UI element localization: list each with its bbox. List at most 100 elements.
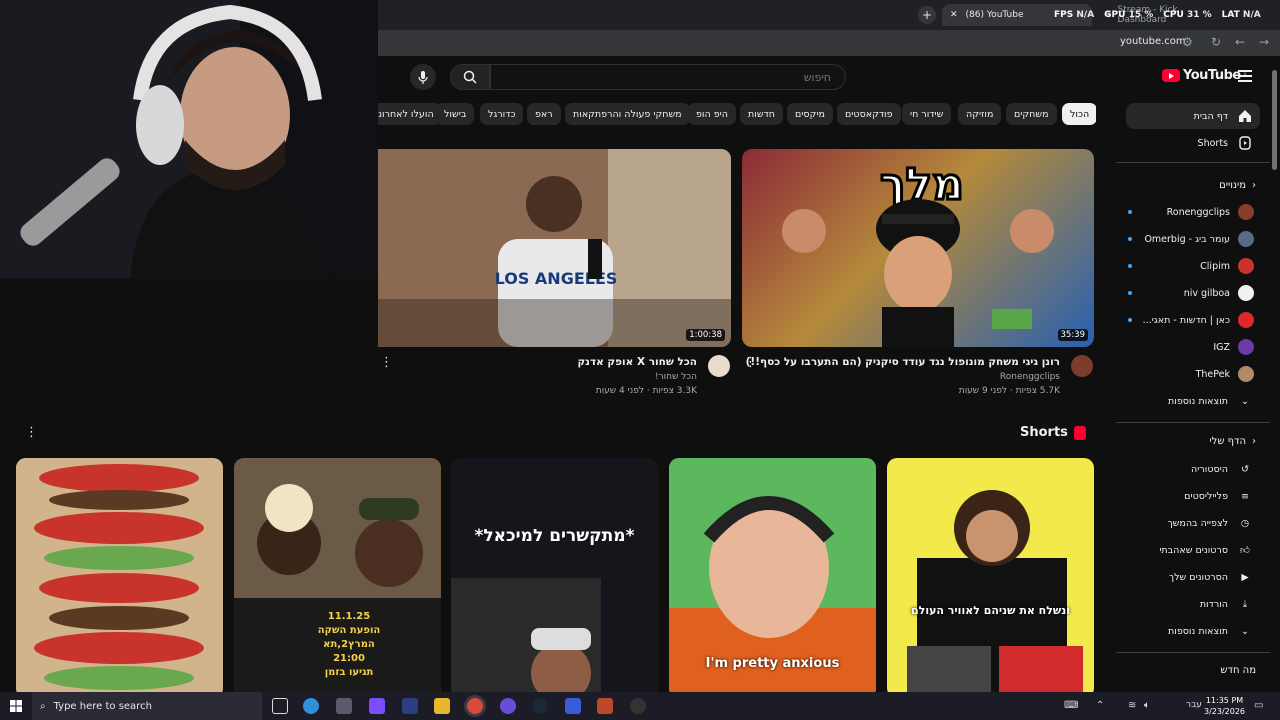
new-content-dot [1128, 318, 1132, 322]
search-field[interactable] [490, 64, 846, 90]
close-tab-icon[interactable]: ✕ [950, 10, 958, 20]
tray-chevron-up-icon[interactable]: ⌃ [1096, 700, 1104, 711]
reload-icon[interactable]: ↻ [1211, 35, 1221, 49]
search-icon: ⌕ [40, 700, 46, 712]
sidebar-item-shorts[interactable]: Shorts [1126, 130, 1260, 156]
sidebar-item-history[interactable]: היסטוריה ↺ [1126, 456, 1260, 482]
chip-all[interactable]: הכול [1062, 103, 1096, 125]
shorts-more-icon[interactable]: ⋮ [25, 426, 38, 439]
chip[interactable]: משחקי פעולה והרפתקאות [565, 103, 690, 125]
new-tab-button[interactable]: + [918, 6, 936, 24]
show-more-you[interactable]: תוצאות נוספות ⌄ [1126, 618, 1260, 644]
page-scrollbar[interactable] [1272, 70, 1277, 170]
sidebar-item-label: היסטוריה [1191, 463, 1228, 475]
sidebar-subscription[interactable]: Ronenggclips [1126, 199, 1260, 225]
more-actions-icon[interactable]: ⋮ [380, 356, 393, 369]
download-icon: ⤓ [1242, 598, 1248, 610]
chip[interactable]: היפ הופ [688, 103, 737, 125]
sidebar-item-liked[interactable]: סרטונים שאהבתי 👍︎ [1126, 537, 1260, 563]
chip[interactable]: מוזיקה [958, 103, 1002, 125]
notifications-icon[interactable]: ▭ [1254, 700, 1263, 711]
more-actions-icon[interactable]: ⋮ [744, 356, 757, 369]
sidebar-subscription[interactable]: עומר ביג - Omerbig [1126, 226, 1260, 252]
sidebar-item-label: לצפייה בהמשך [1167, 517, 1228, 529]
you-heading[interactable]: הדף שלי › [1209, 436, 1256, 447]
app-icon[interactable] [565, 698, 581, 714]
search-input[interactable] [491, 65, 845, 89]
video-thumbnail[interactable]: מלך 35:39 [742, 149, 1094, 347]
chip[interactable]: הועלו לאחרונה [378, 103, 442, 125]
back-icon[interactable]: ← [1235, 35, 1245, 49]
edge-icon[interactable] [303, 698, 319, 714]
sidebar-subscription[interactable]: Clipim [1126, 253, 1260, 279]
show-more-subscriptions[interactable]: תוצאות נוספות ⌄ [1126, 388, 1260, 414]
sidebar-item-watch-later[interactable]: לצפייה בהמשך ◷ [1126, 510, 1260, 536]
short-card[interactable]: 11.1.25 הופעת השקה המרץ2,תא 21:00 תגיעו … [234, 458, 441, 698]
channel-avatar [1238, 285, 1254, 301]
short-card[interactable]: ונשלח את שניהם לאוויר העולם [887, 458, 1094, 698]
search-button[interactable] [450, 64, 490, 90]
short-card[interactable] [16, 458, 223, 698]
sidebar-item-home[interactable]: דף הבית [1126, 103, 1260, 129]
language-indicator[interactable]: עבר [1186, 700, 1202, 710]
chip[interactable]: ראפ [527, 103, 561, 125]
chevron-down-icon: ⌄ [1241, 395, 1249, 407]
channel-avatar[interactable] [1071, 355, 1093, 377]
video-thumbnail[interactable]: LOS ANGELES 1:00:38 [378, 149, 731, 347]
short-caption: ונשלח את שניהם לאוויר העולם [911, 604, 1070, 617]
sidebar-item-label: תוצאות נוספות [1168, 395, 1228, 407]
store-icon[interactable] [336, 698, 352, 714]
channel-name[interactable]: Ronenggclips [1000, 372, 1060, 382]
chip[interactable]: כדורגל [480, 103, 524, 125]
chip[interactable]: חדשות [740, 103, 783, 125]
channel-avatar[interactable] [708, 355, 730, 377]
taskbar-clock[interactable]: 11:35 PM 3/23/2026 [1204, 695, 1245, 717]
chip[interactable]: משחקים [1006, 103, 1057, 125]
file-explorer-icon[interactable] [434, 698, 450, 714]
chip[interactable]: מיקסים [787, 103, 833, 125]
sidebar-item-your-videos[interactable]: הסרטונים שלך ▶ [1126, 564, 1260, 590]
steam-icon[interactable] [532, 698, 548, 714]
obs-icon[interactable] [402, 698, 418, 714]
voice-search-button[interactable] [410, 64, 436, 90]
windows-start-icon[interactable] [10, 700, 22, 712]
keyboard-icon[interactable]: ⌨ [1064, 700, 1078, 711]
whats-new-heading[interactable]: מה חדש [1220, 665, 1256, 676]
short-thumbnail [907, 490, 1083, 698]
sidebar-item-playlists[interactable]: פלייליסטים ≡ [1126, 483, 1260, 509]
chip[interactable]: שידור חי [902, 103, 952, 125]
taskbar-search[interactable]: ⌕ Type here to search [32, 692, 262, 720]
chrome-icon[interactable] [467, 698, 483, 714]
sidebar-subscription[interactable]: כאן | חדשות - תאגי... [1126, 307, 1260, 333]
youtube-logo[interactable]: YouTube IL [1162, 68, 1248, 83]
task-view-icon[interactable] [272, 698, 288, 714]
volume-icon[interactable]: 🔈︎ [1144, 700, 1150, 711]
short-caption: I'm pretty anxious [705, 656, 840, 671]
short-card[interactable]: I'm pretty anxious [669, 458, 876, 698]
chevron-left-icon: › [1252, 180, 1256, 191]
short-thumbnail [451, 578, 601, 698]
copilot-icon[interactable] [369, 698, 385, 714]
chip[interactable]: בישול [436, 103, 475, 125]
stat-lat: LAT N/A [1221, 10, 1261, 20]
subscriptions-heading[interactable]: מינויים › [1219, 180, 1256, 191]
video-title[interactable]: רונן גיגי משחק מונופול נגד עודד סיקניק (… [746, 356, 1060, 368]
sidebar-item-downloads[interactable]: הורדות ⤓ [1126, 591, 1260, 617]
winrar-icon[interactable] [597, 698, 613, 714]
url-text[interactable]: youtube.com [1120, 36, 1186, 47]
sidebar-subscription[interactable]: ThePek [1126, 361, 1260, 387]
wifi-icon[interactable]: ≋ [1128, 700, 1136, 711]
chip[interactable]: פודקאסטים [837, 103, 901, 125]
menu-icon[interactable] [1238, 70, 1252, 82]
obs-studio-icon[interactable] [630, 698, 646, 714]
whats-new-text: מה חדש [1220, 665, 1256, 676]
sidebar-subscription[interactable]: niv gilboa [1126, 280, 1260, 306]
forward-icon[interactable]: → [1259, 35, 1269, 49]
channel-name[interactable]: הכל שחור! [655, 372, 697, 382]
channel-avatar [1238, 312, 1254, 328]
site-settings-icon[interactable]: ⚙ [1182, 35, 1193, 49]
discord-icon[interactable] [500, 698, 516, 714]
short-card[interactable]: *מתקשרים למיכאל* [451, 458, 658, 698]
video-title[interactable]: הכל שחור X אופק אדנק [577, 356, 697, 368]
sidebar-subscription[interactable]: IGZ [1126, 334, 1260, 360]
